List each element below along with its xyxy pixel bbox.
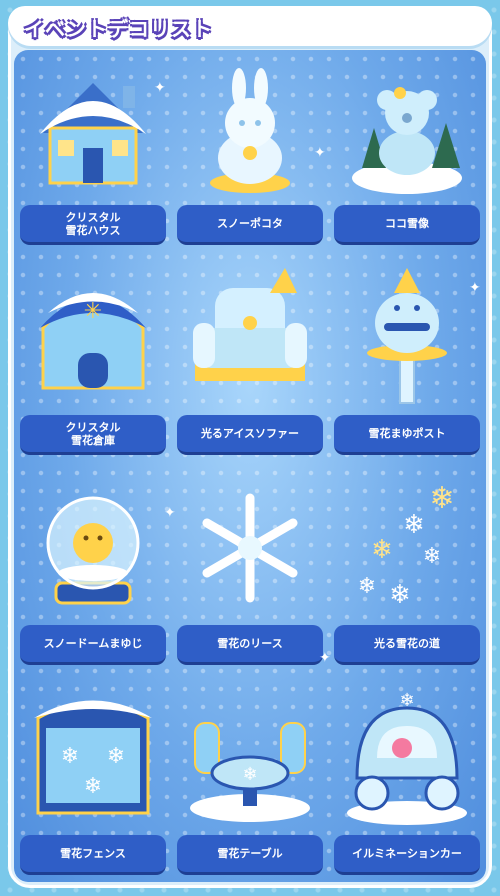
sparkle-icon: ✦: [154, 80, 166, 96]
deco-item-snow-pokota[interactable]: スノーポコタ: [177, 50, 323, 250]
page-title: イベントデコリスト: [24, 16, 213, 41]
sparkle-icon: ✦: [314, 145, 326, 161]
crystal-snow-house-icon: [40, 83, 146, 185]
snow-table-icon: ❄: [190, 722, 310, 822]
svg-text:❄: ❄: [399, 690, 414, 711]
carriage-icon: ❄: [347, 690, 467, 825]
deco-item-snow-wreath[interactable]: 雪花のリース: [177, 470, 323, 670]
svg-text:❄: ❄: [107, 744, 125, 769]
sparkle-icon: ✦: [164, 505, 176, 521]
item-label: 光る雪花の道: [334, 625, 480, 665]
item-label: イルミネーションカー: [334, 835, 480, 875]
deco-item-illumination-car[interactable]: ❄ イルミネーションカー: [334, 680, 480, 880]
deco-item-crystal-warehouse[interactable]: ✳ クリスタル 雪花倉庫: [20, 260, 166, 460]
mailbox-icon: [367, 268, 447, 404]
ice-sofa-icon: [193, 268, 307, 381]
svg-text:❄: ❄: [371, 535, 393, 565]
item-label: クリスタル 雪花ハウス: [20, 205, 166, 245]
deco-item-mayu-post[interactable]: 雪花まゆポスト: [334, 260, 480, 460]
svg-text:✳: ✳: [84, 299, 102, 324]
item-label: 雪花テーブル: [177, 835, 323, 875]
deco-item-snow-path[interactable]: ❄ ❄ ❄ ❄ ❄ ❄ 光る雪花の道: [334, 470, 480, 670]
svg-text:❄: ❄: [423, 544, 441, 569]
item-label: 雪花のリース: [177, 625, 323, 665]
svg-text:❄: ❄: [84, 774, 102, 799]
title-badge: イベントデコリスト: [12, 12, 225, 42]
deco-item-snow-globe[interactable]: スノードームまゆじ: [20, 470, 166, 670]
deco-item-koko-statue[interactable]: ココ雪像: [334, 50, 480, 250]
svg-text:❄: ❄: [429, 481, 454, 516]
koala-snow-statue-icon: [352, 87, 462, 194]
svg-text:❄: ❄: [389, 580, 411, 610]
item-label: 光るアイスソファー: [177, 415, 323, 455]
item-label: ココ雪像: [334, 205, 480, 245]
svg-text:❄: ❄: [242, 764, 257, 785]
svg-text:❄: ❄: [358, 574, 376, 599]
deco-item-ice-sofa[interactable]: 光るアイスソファー: [177, 260, 323, 460]
svg-text:❄: ❄: [403, 510, 425, 540]
deco-item-snow-table[interactable]: ❄ 雪花テーブル: [177, 680, 323, 880]
deco-item-crystal-house[interactable]: クリスタル 雪花ハウス: [20, 50, 166, 250]
crystal-warehouse-icon: ✳: [40, 293, 146, 390]
snow-globe-icon: [46, 496, 140, 605]
snowflake-wreath-icon: [202, 493, 298, 603]
svg-text:❄: ❄: [61, 744, 79, 769]
item-label: 雪花まゆポスト: [334, 415, 480, 455]
item-label: 雪花フェンス: [20, 835, 166, 875]
sparkle-icon: ✦: [319, 650, 331, 666]
deco-list-panel: クリスタル 雪花ハウス スノーポコタ ココ雪像 ✳ クリスタル 雪花倉庫 光るア…: [14, 50, 486, 882]
item-label: クリスタル 雪花倉庫: [20, 415, 166, 455]
snow-bunny-statue-icon: [210, 68, 290, 193]
snowflake-path-icon: ❄ ❄ ❄ ❄ ❄ ❄: [358, 481, 455, 610]
snowflake-fence-icon: ❄ ❄ ❄: [34, 700, 152, 815]
item-label: スノードームまゆじ: [20, 625, 166, 665]
item-label: スノーポコタ: [177, 205, 323, 245]
sparkle-icon: ✦: [469, 280, 481, 296]
deco-item-snow-fence[interactable]: ❄ ❄ ❄ 雪花フェンス: [20, 680, 166, 880]
